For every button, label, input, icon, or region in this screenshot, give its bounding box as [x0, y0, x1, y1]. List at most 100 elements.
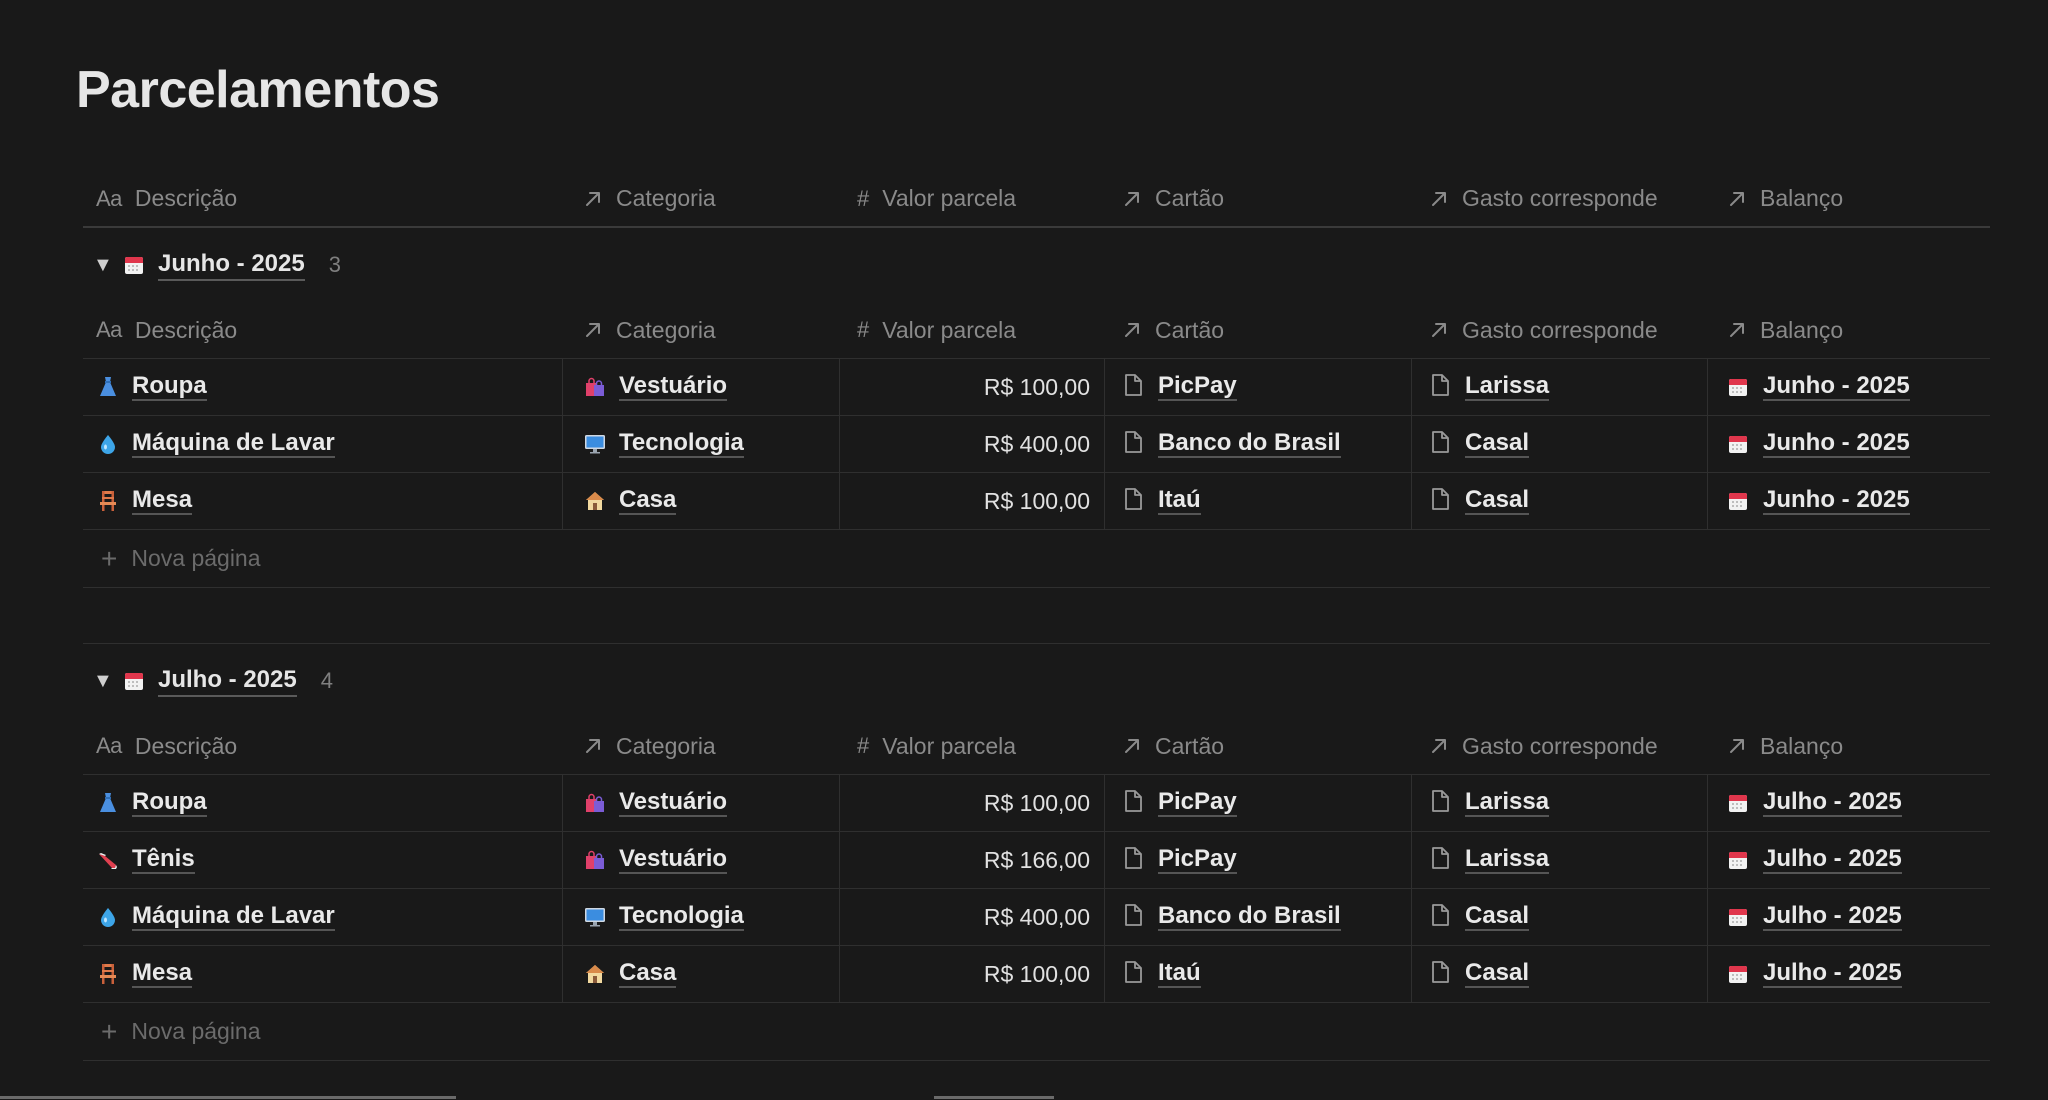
cell-gasto[interactable]: Casal — [1412, 473, 1708, 530]
cell-gasto[interactable]: Larissa — [1412, 832, 1708, 889]
column-header-gasto[interactable]: Gasto corresponde — [1412, 171, 1708, 228]
cell-gasto[interactable]: Casal — [1412, 889, 1708, 946]
cell-cartao[interactable]: PicPay — [1105, 359, 1412, 416]
relation-link[interactable]: Tecnologia — [619, 430, 744, 458]
column-header-balanco[interactable]: Balanço — [1708, 302, 1990, 359]
cell-balanco[interactable]: Julho - 2025 — [1708, 889, 1990, 946]
relation-link[interactable]: Vestuário — [619, 373, 728, 401]
table-row[interactable]: Roupa Vestuário R$ 100,00 PicPay Larissa… — [83, 359, 1990, 416]
new-page-button[interactable]: + Nova página — [83, 530, 1990, 588]
cell-valor[interactable]: R$ 400,00 — [840, 889, 1105, 946]
relation-link[interactable]: Casal — [1465, 960, 1530, 988]
new-page-button[interactable]: + Nova página — [83, 1003, 1990, 1061]
cell-descricao[interactable]: Roupa — [83, 359, 563, 416]
cell-descricao[interactable]: Máquina de Lavar — [83, 416, 563, 473]
cell-balanco[interactable]: Julho - 2025 — [1708, 775, 1990, 832]
relation-link[interactable]: PicPay — [1158, 373, 1237, 401]
cell-balanco[interactable]: Julho - 2025 — [1708, 832, 1990, 889]
cell-gasto[interactable]: Casal — [1412, 946, 1708, 1003]
relation-link[interactable]: Junho - 2025 — [1763, 430, 1910, 458]
cell-valor[interactable]: R$ 166,00 — [840, 832, 1105, 889]
cell-balanco[interactable]: Julho - 2025 — [1708, 946, 1990, 1003]
cell-descricao[interactable]: Roupa — [83, 775, 563, 832]
cell-gasto[interactable]: Larissa — [1412, 359, 1708, 416]
cell-categoria[interactable]: Tecnologia — [563, 889, 840, 946]
cell-gasto[interactable]: Larissa — [1412, 775, 1708, 832]
cell-cartao[interactable]: PicPay — [1105, 832, 1412, 889]
column-header-descricao[interactable]: Aa Descrição — [83, 302, 563, 359]
cell-balanco[interactable]: Junho - 2025 — [1708, 473, 1990, 530]
scrollbar-track[interactable] — [0, 1096, 456, 1099]
table-row[interactable]: Roupa Vestuário R$ 100,00 PicPay Larissa… — [83, 775, 1990, 832]
cell-valor[interactable]: R$ 400,00 — [840, 416, 1105, 473]
cell-categoria[interactable]: Casa — [563, 946, 840, 1003]
column-header-cartao[interactable]: Cartão — [1105, 718, 1412, 775]
cell-cartao[interactable]: Itaú — [1105, 946, 1412, 1003]
relation-link[interactable]: PicPay — [1158, 789, 1237, 817]
group-title[interactable]: Junho - 2025 — [158, 250, 305, 281]
cell-gasto[interactable]: Casal — [1412, 416, 1708, 473]
cell-descricao[interactable]: Tênis — [83, 832, 563, 889]
relation-link[interactable]: Junho - 2025 — [1763, 487, 1910, 515]
cell-balanco[interactable]: Junho - 2025 — [1708, 359, 1990, 416]
collapse-triangle-icon[interactable]: ▼ — [93, 670, 123, 693]
relation-link[interactable]: Casal — [1465, 430, 1530, 458]
relation-link[interactable]: Casal — [1465, 903, 1530, 931]
relation-link[interactable]: Tecnologia — [619, 903, 744, 931]
relation-link[interactable]: Casa — [619, 960, 677, 988]
relation-link[interactable]: Itaú — [1158, 487, 1201, 515]
cell-descricao[interactable]: Máquina de Lavar — [83, 889, 563, 946]
table-row[interactable]: Máquina de Lavar Tecnologia R$ 400,00 Ba… — [83, 416, 1990, 473]
cell-descricao[interactable]: Mesa — [83, 473, 563, 530]
relation-link[interactable]: Julho - 2025 — [1763, 846, 1902, 874]
column-header-categoria[interactable]: Categoria — [563, 171, 840, 228]
relation-link[interactable]: Itaú — [1158, 960, 1201, 988]
cell-categoria[interactable]: Vestuário — [563, 359, 840, 416]
column-header-balanco[interactable]: Balanço — [1708, 171, 1990, 228]
table-row[interactable]: Tênis Vestuário R$ 166,00 PicPay Larissa… — [83, 832, 1990, 889]
cell-categoria[interactable]: Vestuário — [563, 832, 840, 889]
column-header-valor[interactable]: # Valor parcela — [840, 718, 1105, 775]
table-row[interactable]: Máquina de Lavar Tecnologia R$ 400,00 Ba… — [83, 889, 1990, 946]
scrollbar-thumb[interactable] — [934, 1096, 1054, 1099]
relation-link[interactable]: Julho - 2025 — [1763, 903, 1902, 931]
relation-link[interactable]: Julho - 2025 — [1763, 789, 1902, 817]
cell-cartao[interactable]: PicPay — [1105, 775, 1412, 832]
collapse-triangle-icon[interactable]: ▼ — [93, 254, 123, 277]
page-link[interactable]: Mesa — [132, 960, 193, 988]
cell-categoria[interactable]: Vestuário — [563, 775, 840, 832]
relation-link[interactable]: Casal — [1465, 487, 1530, 515]
relation-link[interactable]: Banco do Brasil — [1158, 430, 1341, 458]
column-header-categoria[interactable]: Categoria — [563, 718, 840, 775]
relation-link[interactable]: Junho - 2025 — [1763, 373, 1910, 401]
relation-link[interactable]: Julho - 2025 — [1763, 960, 1902, 988]
page-link[interactable]: Máquina de Lavar — [132, 903, 335, 931]
cell-valor[interactable]: R$ 100,00 — [840, 473, 1105, 530]
group-header[interactable]: ▼ Junho - 2025 3 — [83, 228, 1990, 302]
cell-cartao[interactable]: Banco do Brasil — [1105, 416, 1412, 473]
table-row[interactable]: Mesa Casa R$ 100,00 Itaú Casal Junho - 2… — [83, 473, 1990, 530]
column-header-cartao[interactable]: Cartão — [1105, 171, 1412, 228]
page-link[interactable]: Máquina de Lavar — [132, 430, 335, 458]
page-link[interactable]: Roupa — [132, 789, 207, 817]
table-row[interactable]: Mesa Casa R$ 100,00 Itaú Casal Julho - 2… — [83, 946, 1990, 1003]
relation-link[interactable]: Banco do Brasil — [1158, 903, 1341, 931]
cell-valor[interactable]: R$ 100,00 — [840, 775, 1105, 832]
column-header-valor[interactable]: # Valor parcela — [840, 171, 1105, 228]
column-header-valor[interactable]: # Valor parcela — [840, 302, 1105, 359]
column-header-gasto[interactable]: Gasto corresponde — [1412, 302, 1708, 359]
cell-valor[interactable]: R$ 100,00 — [840, 946, 1105, 1003]
column-header-descricao[interactable]: Aa Descrição — [83, 171, 563, 228]
cell-descricao[interactable]: Mesa — [83, 946, 563, 1003]
relation-link[interactable]: Larissa — [1465, 789, 1550, 817]
cell-valor[interactable]: R$ 100,00 — [840, 359, 1105, 416]
cell-categoria[interactable]: Casa — [563, 473, 840, 530]
cell-cartao[interactable]: Banco do Brasil — [1105, 889, 1412, 946]
relation-link[interactable]: Larissa — [1465, 846, 1550, 874]
column-header-balanco[interactable]: Balanço — [1708, 718, 1990, 775]
page-link[interactable]: Roupa — [132, 373, 207, 401]
cell-cartao[interactable]: Itaú — [1105, 473, 1412, 530]
group-title[interactable]: Julho - 2025 — [158, 666, 297, 697]
page-link[interactable]: Tênis — [132, 846, 195, 874]
group-header[interactable]: ▼ Julho - 2025 4 — [83, 644, 1990, 718]
